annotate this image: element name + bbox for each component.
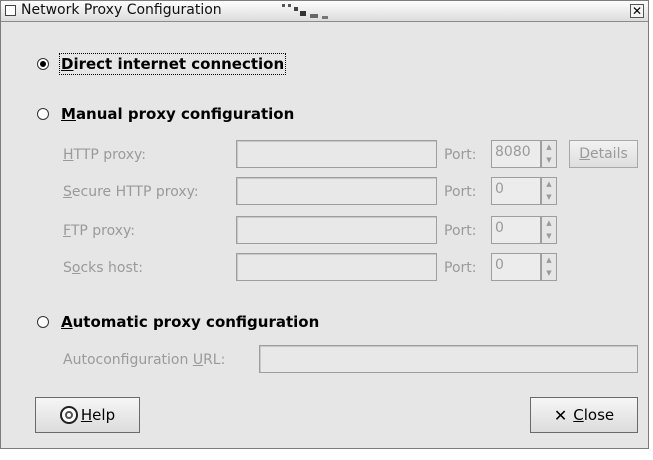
spin-up-icon[interactable]: ▲ xyxy=(542,178,556,191)
http-proxy-label: HTTP proxy: xyxy=(63,147,147,163)
manual-proxy-label[interactable]: Manual proxy configuration xyxy=(61,105,294,123)
spin-down-icon[interactable]: ▼ xyxy=(542,191,556,204)
radio-indicator[interactable] xyxy=(37,108,49,120)
spin-up-icon[interactable]: ▲ xyxy=(542,254,556,267)
spin-up-icon[interactable]: ▲ xyxy=(542,141,556,154)
window-title: Network Proxy Configuration xyxy=(21,2,222,18)
ftp-port-spinner[interactable]: 0 ▲ ▼ xyxy=(491,216,557,244)
ftp-port-label: Port: xyxy=(444,223,477,239)
spin-down-icon[interactable]: ▼ xyxy=(542,230,556,243)
spin-up-icon[interactable]: ▲ xyxy=(542,217,556,230)
secure-http-proxy-label: Secure HTTP proxy: xyxy=(63,184,199,200)
close-button[interactable]: ✕ Close xyxy=(530,397,638,433)
manual-proxy-radio[interactable]: Manual proxy configuration xyxy=(37,103,294,125)
socks-port-value[interactable]: 0 xyxy=(491,253,541,281)
ftp-port-value[interactable]: 0 xyxy=(491,216,541,244)
spin-down-icon[interactable]: ▼ xyxy=(542,154,556,167)
ftp-proxy-label: FTP proxy: xyxy=(63,223,135,239)
network-icon xyxy=(282,4,328,19)
help-lifebuoy-icon xyxy=(59,406,78,424)
close-window-icon[interactable]: ✕ xyxy=(630,4,644,18)
socks-port-label: Port: xyxy=(444,260,477,276)
http-port-label: Port: xyxy=(444,147,477,163)
details-button[interactable]: Details xyxy=(569,140,638,168)
autoconfig-url-input[interactable] xyxy=(259,345,638,373)
http-port-value[interactable]: 8080 xyxy=(491,140,541,168)
spin-down-icon[interactable]: ▼ xyxy=(542,267,556,280)
title-bar[interactable]: Network Proxy Configuration ✕ xyxy=(1,1,648,22)
automatic-proxy-label[interactable]: Automatic proxy configuration xyxy=(61,313,319,331)
http-port-spinner[interactable]: 8080 ▲ ▼ xyxy=(491,140,557,168)
automatic-proxy-radio[interactable]: Automatic proxy configuration xyxy=(37,311,319,333)
radio-indicator[interactable] xyxy=(37,58,49,70)
http-proxy-input[interactable] xyxy=(236,140,437,168)
close-x-icon: ✕ xyxy=(553,405,568,425)
radio-indicator[interactable] xyxy=(37,316,49,328)
direct-connection-radio[interactable]: Direct internet connection xyxy=(37,53,287,75)
socks-host-label: Socks host: xyxy=(63,260,143,276)
proxy-dialog-window: Network Proxy Configuration ✕ Direct int… xyxy=(0,0,649,449)
autoconfig-url-label: Autoconfiguration URL: xyxy=(63,352,226,368)
secure-port-spinner[interactable]: 0 ▲ ▼ xyxy=(491,177,557,205)
secure-port-label: Port: xyxy=(444,184,477,200)
window-menu-icon[interactable] xyxy=(5,5,16,16)
socks-host-input[interactable] xyxy=(236,253,437,281)
help-button[interactable]: Help xyxy=(35,397,140,433)
secure-http-proxy-input[interactable] xyxy=(236,177,437,205)
secure-port-value[interactable]: 0 xyxy=(491,177,541,205)
socks-port-spinner[interactable]: 0 ▲ ▼ xyxy=(491,253,557,281)
ftp-proxy-input[interactable] xyxy=(236,216,437,244)
direct-connection-label[interactable]: Direct internet connection xyxy=(58,53,287,75)
